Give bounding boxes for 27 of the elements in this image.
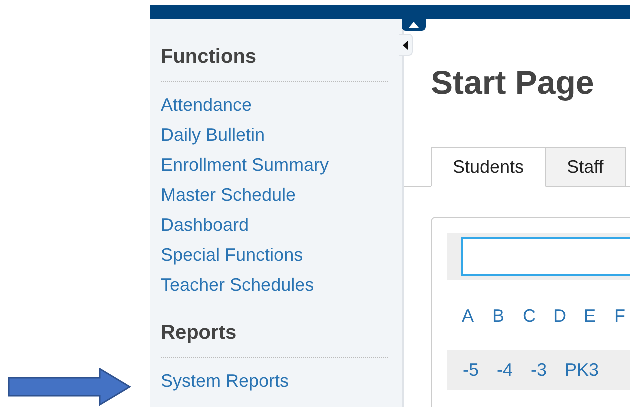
tab[interactable]: Students — [431, 147, 546, 187]
letter-link[interactable]: D — [554, 304, 569, 350]
letter-link[interactable]: B — [492, 304, 508, 350]
grade-link[interactable]: -3 — [531, 360, 548, 380]
caret-up-icon — [409, 22, 419, 28]
sidebar-link[interactable]: Daily Bulletin — [161, 120, 266, 150]
sidebar-toggle-button[interactable] — [399, 34, 413, 56]
sidebar-link[interactable]: Special Functions — [161, 240, 304, 270]
collapse-button[interactable] — [402, 19, 426, 31]
section-heading: Reports — [161, 321, 237, 345]
tab[interactable]: Staff — [546, 147, 626, 187]
page-title: Start Page — [431, 63, 596, 103]
sidebar-link[interactable]: System Reports — [161, 366, 290, 396]
sidebar-link[interactable]: Dashboard — [161, 210, 250, 240]
sidebar-link[interactable]: Teacher Schedules — [161, 270, 314, 300]
letter-link[interactable]: A — [462, 304, 478, 350]
section-heading: Functions — [161, 45, 257, 69]
arrow-icon — [8, 368, 132, 406]
sidebar-link[interactable]: Enrollment Summary — [161, 150, 330, 180]
letter-link[interactable]: E — [584, 304, 600, 350]
grade-link[interactable]: -5 — [463, 360, 480, 380]
sidebar-link[interactable]: Master Schedule — [161, 180, 296, 210]
sidebar-link[interactable]: Attendance — [161, 90, 252, 120]
grade-link[interactable]: PK3 — [565, 360, 600, 380]
letter-link[interactable]: C — [523, 304, 538, 350]
grade-link[interactable]: -4 — [497, 360, 514, 380]
letter-link[interactable]: F — [614, 304, 630, 350]
